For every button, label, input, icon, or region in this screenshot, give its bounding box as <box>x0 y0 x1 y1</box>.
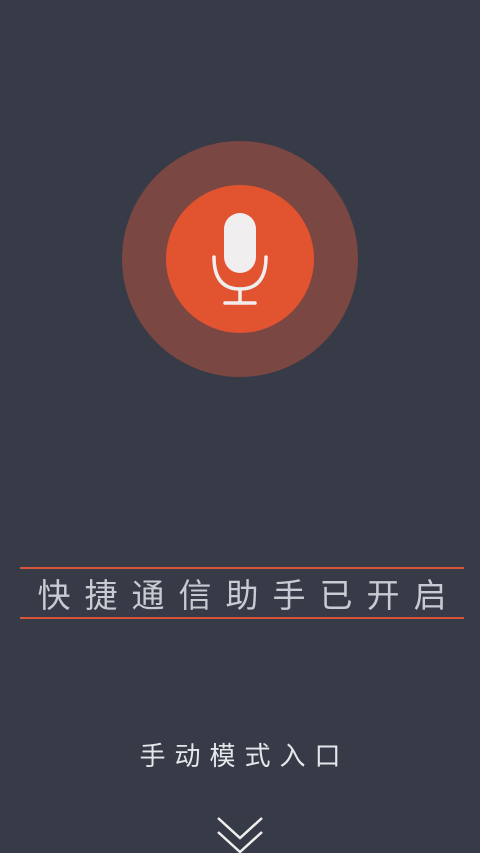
status-banner-text: 快捷通信助手已开启 <box>37 576 461 615</box>
voice-input-button[interactable] <box>166 185 314 333</box>
status-banner: 快捷通信助手已开启 <box>20 567 464 619</box>
microphone-icon <box>212 213 268 305</box>
manual-mode-label: 手动模式入口 <box>139 741 350 772</box>
double-chevron-down-icon[interactable] <box>216 814 264 853</box>
manual-mode-entry-button[interactable]: 手动模式入口 <box>0 734 480 774</box>
